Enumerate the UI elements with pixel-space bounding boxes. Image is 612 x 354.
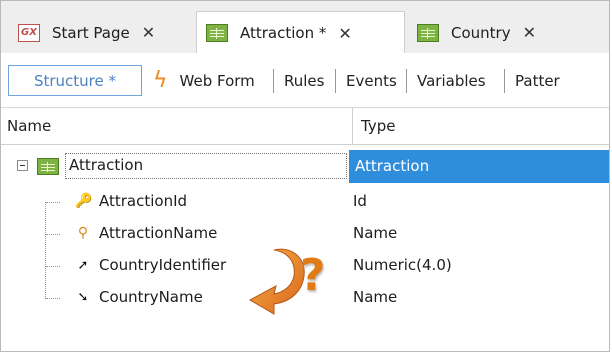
root-type: Attraction — [355, 157, 430, 175]
toolbar-divider — [504, 69, 505, 93]
tab-country[interactable]: Country ✕ — [408, 11, 568, 54]
magnifier-icon: ⚲ — [77, 225, 89, 241]
attribute-name: AttractionName — [99, 224, 218, 242]
attribute-type: Name — [353, 288, 398, 306]
web-form-label: Web Form — [179, 72, 255, 90]
type-cell-selected[interactable]: Attraction — [349, 150, 609, 183]
question-mark-annotation: ? — [300, 250, 326, 301]
toolbar-divider — [406, 69, 407, 93]
lightning-icon: ϟ — [153, 68, 168, 93]
tab-attraction[interactable]: Attraction * ✕ — [196, 11, 405, 54]
column-divider[interactable] — [352, 108, 353, 145]
root-name[interactable]: Attraction — [69, 156, 143, 174]
attribute-type: Name — [353, 224, 398, 242]
toolbar-divider — [335, 69, 336, 93]
collapse-icon[interactable] — [17, 160, 28, 171]
foreign-key-arrow-icon: ➚ — [77, 257, 89, 273]
rules-tab[interactable]: Rules — [284, 67, 324, 95]
genexus-gx-icon: GX — [18, 23, 40, 42]
close-icon[interactable]: ✕ — [142, 23, 155, 42]
tab-label: Start Page — [52, 23, 130, 42]
transaction-table-icon — [206, 24, 228, 42]
attribute-type: Numeric(4.0) — [353, 256, 452, 274]
table-row[interactable]: ⚲ AttractionName Name — [1, 218, 609, 251]
inferred-arrow-icon: ➘ — [77, 289, 89, 305]
object-toolbar: Structure * ϟ Web Form Rules Events Vari… — [1, 53, 609, 108]
attribute-name: CountryName — [99, 288, 203, 306]
tab-label: Country — [451, 23, 511, 42]
patterns-tab[interactable]: Patter — [515, 67, 560, 95]
name-cell: ➚ CountryIdentifier — [75, 256, 227, 274]
tab-bar: GX Start Page ✕ Attraction * ✕ Country ✕ — [1, 1, 609, 54]
transaction-table-icon — [417, 23, 439, 42]
variables-tab[interactable]: Variables — [417, 67, 486, 95]
tab-start-page[interactable]: GX Start Page ✕ — [9, 11, 193, 54]
attribute-name: AttractionId — [99, 192, 188, 210]
key-icon: 🔑 — [75, 193, 93, 209]
curved-arrow-annotation-icon — [248, 248, 305, 315]
close-icon[interactable]: ✕ — [523, 23, 536, 42]
table-row[interactable]: 🔑 AttractionId Id — [1, 186, 609, 219]
attribute-type: Id — [353, 192, 367, 210]
structure-tab[interactable]: Structure * — [8, 65, 142, 96]
web-form-tab[interactable]: ϟ Web Form — [153, 67, 255, 95]
name-cell: ➘ CountryName — [75, 288, 203, 306]
attribute-name: CountryIdentifier — [99, 256, 227, 274]
structure-grid-header: Name Type — [1, 108, 609, 145]
name-cell: 🔑 AttractionId — [75, 192, 187, 210]
events-tab[interactable]: Events — [346, 67, 397, 95]
column-header-type[interactable]: Type — [361, 117, 395, 135]
table-row-root[interactable]: Attraction Attraction — [1, 150, 609, 183]
close-icon[interactable]: ✕ — [338, 24, 351, 43]
transaction-table-icon — [37, 158, 59, 175]
name-cell: ⚲ AttractionName — [75, 224, 218, 242]
column-header-name[interactable]: Name — [7, 117, 51, 135]
toolbar-divider — [273, 69, 274, 93]
tab-label: Attraction * — [240, 24, 327, 42]
